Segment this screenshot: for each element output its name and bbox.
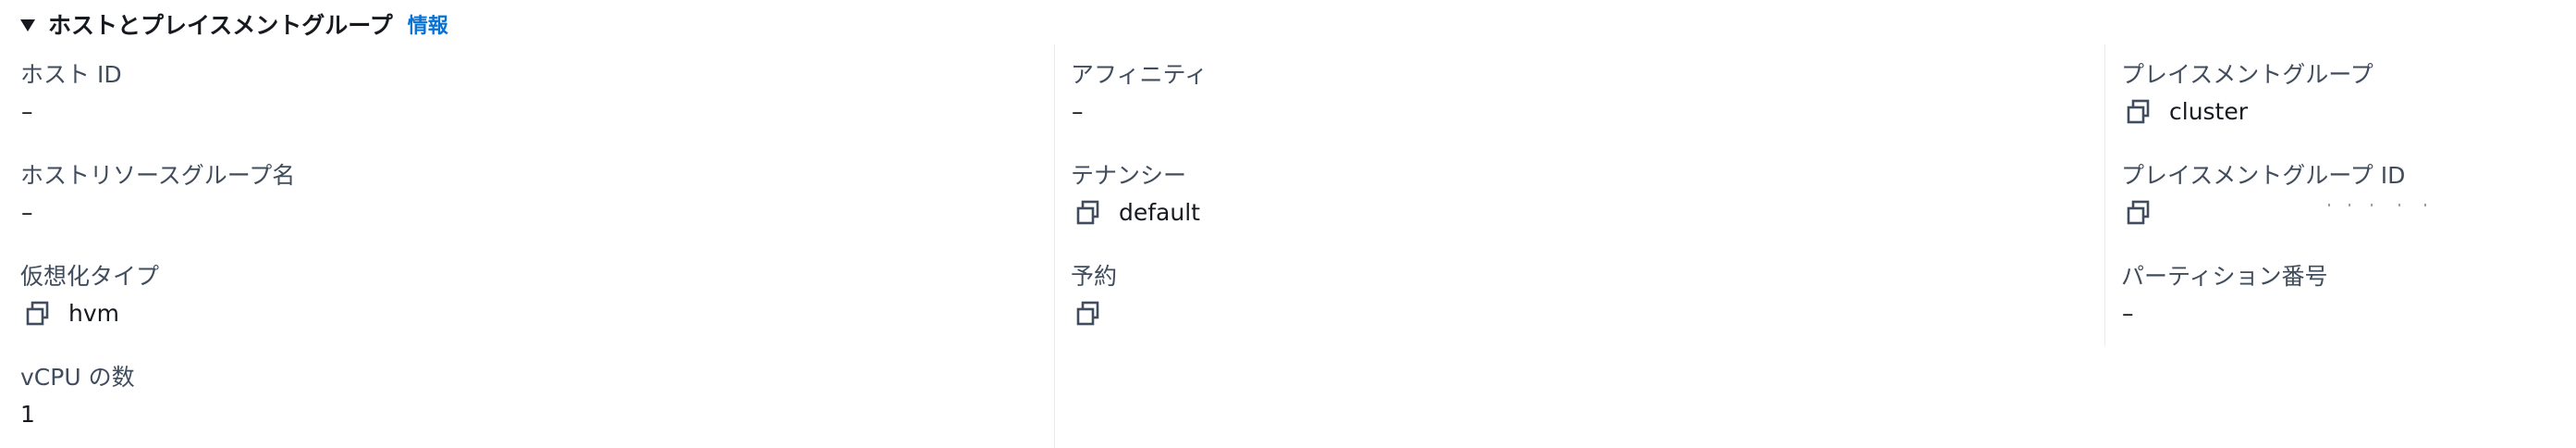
value-text: hvm	[68, 300, 119, 327]
field-label: vCPU の数	[20, 364, 135, 391]
field-label: 仮想化タイプ	[20, 263, 160, 290]
redacted-value	[2169, 204, 2447, 222]
field-value: hvm	[20, 298, 159, 330]
field-placement-group-id: プレイスメントグループ ID	[2121, 160, 2447, 229]
field-affinity: アフィニティ –	[1071, 59, 1208, 128]
field-label: テナンシー	[1071, 162, 1187, 189]
column-divider-1	[1054, 44, 1055, 448]
field-host-id: ホスト ID –	[20, 59, 122, 128]
field-label: プレイスメントグループ	[2121, 61, 2374, 88]
caret-down-icon[interactable]	[20, 19, 35, 31]
value-text: –	[2122, 300, 2134, 327]
field-value: cluster	[2121, 96, 2374, 128]
field-value	[1071, 298, 1119, 330]
field-label: ホスト ID	[20, 61, 122, 88]
field-value: –	[20, 197, 295, 229]
field-partition-number: パーティション番号 –	[2121, 261, 2328, 330]
copy-icon[interactable]	[2126, 199, 2152, 227]
field-tenancy: テナンシー default	[1071, 160, 1200, 229]
field-label: プレイスメントグループ ID	[2121, 162, 2406, 189]
field-label: 予約	[1071, 263, 1118, 290]
field-value: –	[2121, 298, 2328, 330]
field-placement-group: プレイスメントグループ cluster	[2121, 59, 2374, 128]
field-label: パーティション番号	[2121, 263, 2328, 290]
value-text: 1	[20, 401, 35, 428]
column-divider-2	[2104, 44, 2105, 346]
field-vcpu-count: vCPU の数 1	[20, 362, 135, 430]
field-reservation: 予約	[1071, 261, 1119, 330]
field-label: ホストリソースグループ名	[20, 162, 296, 189]
value-text: –	[21, 98, 33, 125]
field-value: default	[1071, 197, 1200, 229]
field-value	[2121, 197, 2447, 229]
section-header: ホストとプレイスメントグループ 情報	[20, 6, 448, 43]
field-value: –	[20, 96, 122, 128]
field-host-resource-group-name: ホストリソースグループ名 –	[20, 160, 295, 229]
field-virtualization-type: 仮想化タイプ hvm	[20, 261, 159, 330]
value-text: default	[1119, 199, 1200, 226]
copy-icon[interactable]	[25, 300, 51, 328]
copy-icon[interactable]	[1075, 300, 1101, 328]
copy-icon[interactable]	[1075, 199, 1101, 227]
value-text: –	[21, 199, 33, 226]
field-value: 1	[20, 399, 135, 430]
info-link[interactable]: 情報	[408, 9, 448, 39]
copy-icon[interactable]	[2126, 98, 2152, 126]
field-value: –	[1071, 96, 1208, 128]
section-title[interactable]: ホストとプレイスメントグループ	[48, 7, 393, 41]
value-text: –	[1072, 98, 1084, 125]
value-text: cluster	[2169, 98, 2249, 125]
field-label: アフィニティ	[1071, 61, 1208, 88]
